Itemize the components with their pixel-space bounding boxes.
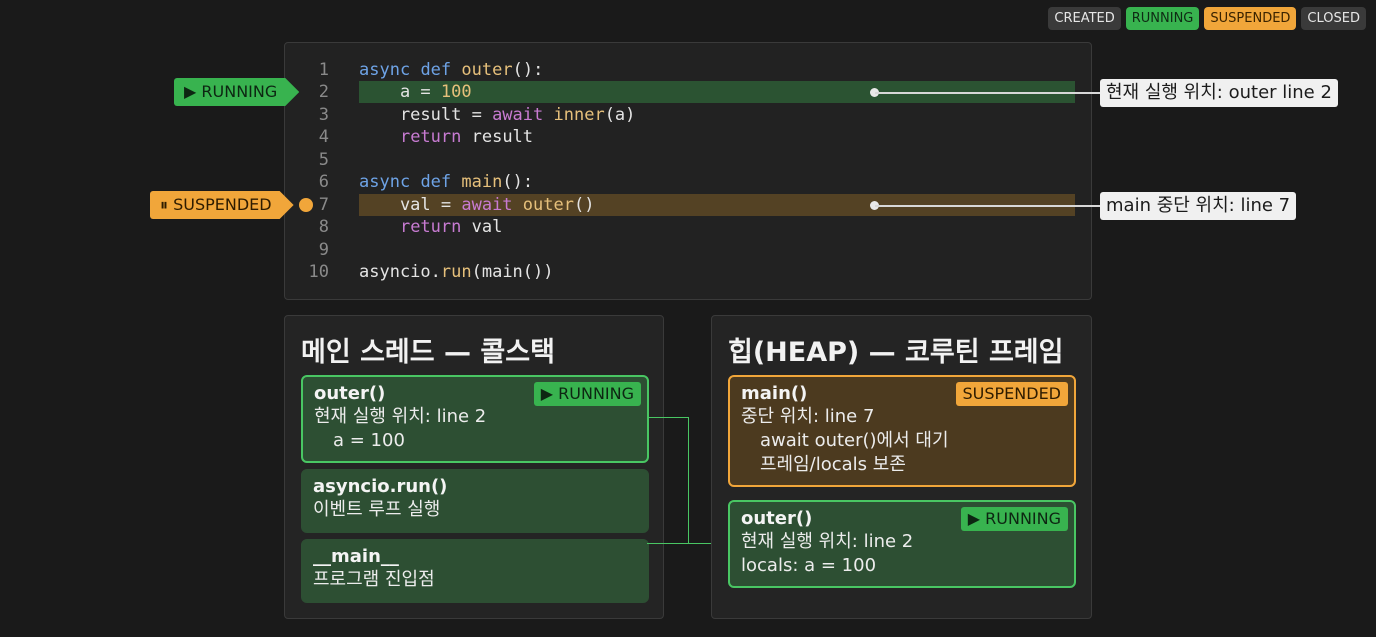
frame-detail: await outer()에서 대기	[760, 430, 949, 451]
suspended-badge: SUSPENDED	[955, 382, 1068, 406]
breakpoint-dot-icon	[299, 198, 313, 212]
line-number: 8	[318, 217, 329, 237]
running-tag-label: RUNNING	[201, 82, 278, 101]
code-text: result = await inner(a)	[359, 105, 636, 125]
code-panel: 1 async def outer(): 2 a = 100 3 result …	[284, 42, 1092, 300]
leader-line	[875, 92, 1101, 94]
code-line-1: 1 async def outer():	[285, 59, 1091, 81]
frame-detail: locals: a = 100	[741, 555, 877, 576]
suspended-tag-label: SUSPENDED	[173, 195, 272, 214]
frame-detail: 이벤트 루프 실행	[313, 499, 441, 520]
heap-frame-outer: outer() ▶ RUNNING 현재 실행 위치: line 2 local…	[728, 500, 1076, 588]
frame-detail: 현재 실행 위치: line 2	[741, 531, 914, 552]
frame-name: __main__	[313, 546, 399, 567]
line-number: 5	[318, 150, 329, 170]
outer-position-callout: 현재 실행 위치: outer line 2	[1100, 79, 1338, 107]
call-stack-panel: 메인 스레드 — 콜스택 outer() ▶ RUNNING 현재 실행 위치:…	[284, 315, 664, 619]
code-line-8: 8 return val	[285, 216, 1091, 238]
pause-icon: ⏸	[160, 195, 169, 214]
legend-closed: CLOSED	[1301, 7, 1366, 30]
frame-detail: a = 100	[333, 430, 405, 451]
code-text: return val	[399, 217, 503, 237]
stack-frame-asyncio-run: asyncio.run() 이벤트 루프 실행	[301, 469, 649, 533]
play-icon: ▶	[184, 82, 197, 101]
heap-title: 힙(HEAP) — 코루틴 프레임	[728, 337, 1064, 368]
line-number: 9	[318, 240, 329, 260]
code-text: a = 100	[359, 82, 472, 102]
frame-detail: 현재 실행 위치: line 2	[314, 406, 487, 427]
legend-created: CREATED	[1048, 7, 1121, 30]
code-line-3: 3 result = await inner(a)	[285, 104, 1091, 126]
line-number: 2	[318, 82, 329, 102]
play-icon: ▶	[967, 509, 981, 528]
frame-detail: 프레임/locals 보존	[760, 454, 906, 475]
line-number: 4	[318, 127, 329, 147]
code-line-6: 6 async def main():	[285, 171, 1091, 193]
call-stack-title: 메인 스레드 — 콜스택	[301, 337, 555, 368]
badge-label: RUNNING	[558, 384, 634, 403]
legend-suspended: SUSPENDED	[1204, 7, 1297, 30]
running-badge: ▶ RUNNING	[960, 507, 1068, 531]
line-number: 6	[318, 172, 329, 192]
code-line-10: 10 asyncio.run(main())	[285, 261, 1091, 283]
frame-detail: 중단 위치: line 7	[741, 406, 875, 427]
play-icon: ▶	[540, 384, 554, 403]
suspended-arrow-tag: ⏸ SUSPENDED	[150, 191, 294, 219]
state-legend: CREATED RUNNING SUSPENDED CLOSED	[1048, 7, 1366, 30]
code-line-9: 9	[285, 239, 1091, 261]
frame-name: asyncio.run()	[313, 476, 448, 497]
main-position-callout: main 중단 위치: line 7	[1100, 192, 1297, 220]
frame-detail: 프로그램 진입점	[313, 569, 435, 590]
code-line-5: 5	[285, 149, 1091, 171]
line-number: 3	[318, 105, 329, 125]
stack-frame-outer: outer() ▶ RUNNING 현재 실행 위치: line 2 a = 1…	[301, 375, 649, 463]
code-text: val = await outer()	[359, 195, 595, 215]
code-text: return result	[399, 127, 534, 147]
code-line-4: 4 return result	[285, 126, 1091, 148]
line-number: 1	[318, 60, 329, 80]
code-text: async def main():	[359, 172, 534, 192]
line-number: 10	[308, 262, 329, 282]
heap-frame-main: main() SUSPENDED 중단 위치: line 7 await out…	[728, 375, 1076, 487]
code-text: asyncio.run(main())	[359, 262, 554, 282]
running-arrow-tag: ▶ RUNNING	[174, 78, 299, 106]
legend-running: RUNNING	[1125, 7, 1200, 30]
running-badge: ▶ RUNNING	[533, 382, 641, 406]
frame-connector	[647, 417, 689, 544]
badge-label: RUNNING	[985, 509, 1061, 528]
leader-line	[875, 205, 1101, 207]
code-text: async def outer():	[359, 60, 544, 80]
stack-frame-main-module: __main__ 프로그램 진입점	[301, 539, 649, 603]
heap-panel: 힙(HEAP) — 코루틴 프레임 main() SUSPENDED 중단 위치…	[711, 315, 1092, 619]
